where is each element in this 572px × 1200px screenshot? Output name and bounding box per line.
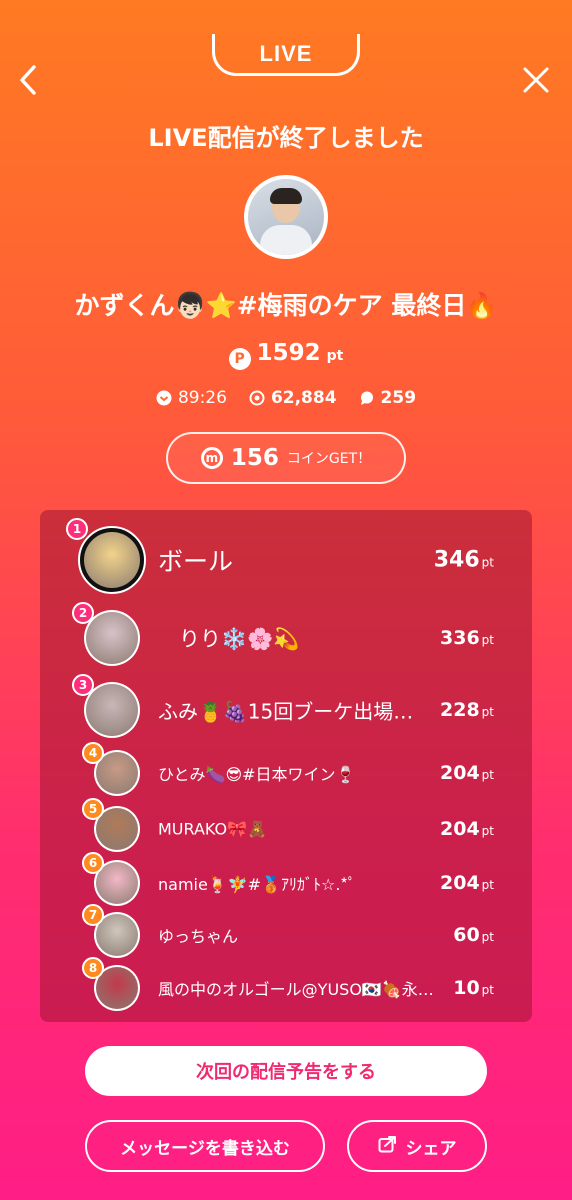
ranking-score: 60 pt: [453, 924, 494, 946]
points-value: 1592: [256, 340, 321, 366]
ranking-score-value: 346: [433, 547, 480, 573]
ranking-row[interactable]: 8 風の中のオルゴール@YUSO🇰🇷🍖永… 10 pt: [40, 957, 532, 1011]
rank-badge: 4: [82, 742, 104, 764]
ranking-row[interactable]: 3 ふみ🍍🍇15回ブーケ出場… 228 pt: [40, 674, 532, 738]
views-value: 62,884: [270, 388, 337, 408]
back-button[interactable]: [10, 60, 46, 100]
write-message-label: メッセージを書き込む: [120, 1138, 290, 1159]
rank-badge: 3: [72, 674, 94, 696]
ranking-score-unit: pt: [481, 633, 494, 647]
avatar[interactable]: [78, 526, 146, 594]
ranking-name: ひとみ🍆😎#日本ワイン🍷: [158, 765, 356, 784]
ranking-name: ゆっちゃん: [158, 927, 239, 946]
rank-badge: 7: [82, 904, 104, 926]
ranking-score: 336 pt: [440, 627, 494, 649]
ranking-row[interactable]: 7 ゆっちゃん 60 pt: [40, 904, 532, 958]
rank-badge: 5: [82, 798, 104, 820]
views-stat: 62,884: [249, 388, 337, 408]
rank-badge: 2: [72, 602, 94, 624]
coin-icon: m: [200, 447, 223, 469]
live-label: LIVE: [212, 34, 360, 76]
stream-title: かずくん👦🏻⭐#梅雨のケア 最終日🔥: [74, 291, 498, 320]
ranking-name: namie🍹🧚#🥉ｱﾘｶﾞﾄ☆.*ﾟ: [158, 875, 356, 894]
ranking-score-value: 204: [440, 818, 480, 840]
ranking-score-unit: pt: [481, 930, 494, 944]
ranking-name: 風の中のオルゴール@YUSO🇰🇷🍖永…: [158, 980, 434, 999]
ranking-score-unit: pt: [481, 824, 494, 838]
schedule-next-stream-button[interactable]: 次回の配信予告をする: [85, 1046, 487, 1096]
ranking-score: 204 pt: [440, 818, 494, 840]
rank-badge: 1: [66, 518, 88, 540]
ranking-name: MURAKO🎀🧸: [158, 819, 267, 839]
rank-badge: 8: [82, 957, 104, 979]
ranking-row[interactable]: 4 ひとみ🍆😎#日本ワイン🍷 204 pt: [40, 742, 532, 796]
share-label: シェア: [405, 1138, 457, 1159]
duration-value: 89:26: [177, 388, 227, 408]
ranking-score-value: 204: [440, 872, 480, 894]
close-button[interactable]: [516, 60, 556, 100]
supporter-ranking: 1 ボール 346 pt 2 りり❄️🌸💫 336 pt 3 ふみ🍍🍇15回ブーケ出場… 228 p…: [40, 510, 532, 1022]
stats-row: 89:26 62,884 259: [0, 388, 572, 408]
points-icon: P: [228, 348, 251, 370]
ranking-score: 10 pt: [453, 977, 494, 999]
coins-earned: m 156 コインGET！: [166, 432, 406, 484]
ranking-score-value: 336: [440, 627, 480, 649]
comments-stat: 259: [359, 388, 417, 408]
total-points: P 1592 pt: [0, 340, 572, 370]
ranking-name: ふみ🍍🍇15回ブーケ出場…: [158, 699, 414, 724]
rank-badge: 6: [82, 852, 104, 874]
ranking-score-value: 228: [440, 699, 480, 721]
eye-icon: [249, 390, 265, 406]
ranking-score: 228 pt: [440, 699, 494, 721]
close-icon: [523, 67, 549, 93]
ranking-row[interactable]: 2 りり❄️🌸💫 336 pt: [40, 602, 532, 666]
write-message-button[interactable]: メッセージを書き込む: [85, 1120, 325, 1172]
ranking-score-unit: pt: [481, 768, 494, 782]
ranking-row[interactable]: 5 MURAKO🎀🧸 204 pt: [40, 798, 532, 852]
page-title: LIVE配信が終了しました: [148, 124, 424, 152]
ranking-score: 204 pt: [440, 762, 494, 784]
comments-value: 259: [380, 388, 417, 408]
share-icon: [378, 1135, 398, 1158]
duration-stat: 89:26: [156, 388, 227, 408]
ranking-row[interactable]: 6 namie🍹🧚#🥉ｱﾘｶﾞﾄ☆.*ﾟ 204 pt: [40, 852, 532, 906]
coin-value: 156: [230, 445, 279, 471]
ranking-name: りり❄️🌸💫: [158, 627, 300, 651]
ranking-score-value: 204: [440, 762, 480, 784]
ranking-score: 346 pt: [434, 548, 494, 573]
chevron-left-icon: [20, 65, 36, 95]
points-unit: pt: [326, 348, 344, 364]
clock-icon: [156, 390, 172, 406]
ranking-row[interactable]: 1 ボール 346 pt: [40, 518, 532, 594]
share-button[interactable]: シェア: [347, 1120, 487, 1172]
ranking-score-value: 60: [453, 924, 480, 946]
ranking-score: 204 pt: [440, 872, 494, 894]
ranking-score-unit: pt: [481, 555, 494, 570]
coin-label: コインGET！: [286, 451, 372, 467]
ranking-score-unit: pt: [481, 878, 494, 892]
ranking-name: ボール: [158, 547, 234, 576]
ranking-score-unit: pt: [481, 983, 494, 997]
ranking-score-value: 10: [453, 977, 480, 999]
ranking-score-unit: pt: [481, 705, 494, 719]
comment-icon: [359, 390, 375, 406]
host-avatar[interactable]: [244, 175, 328, 259]
